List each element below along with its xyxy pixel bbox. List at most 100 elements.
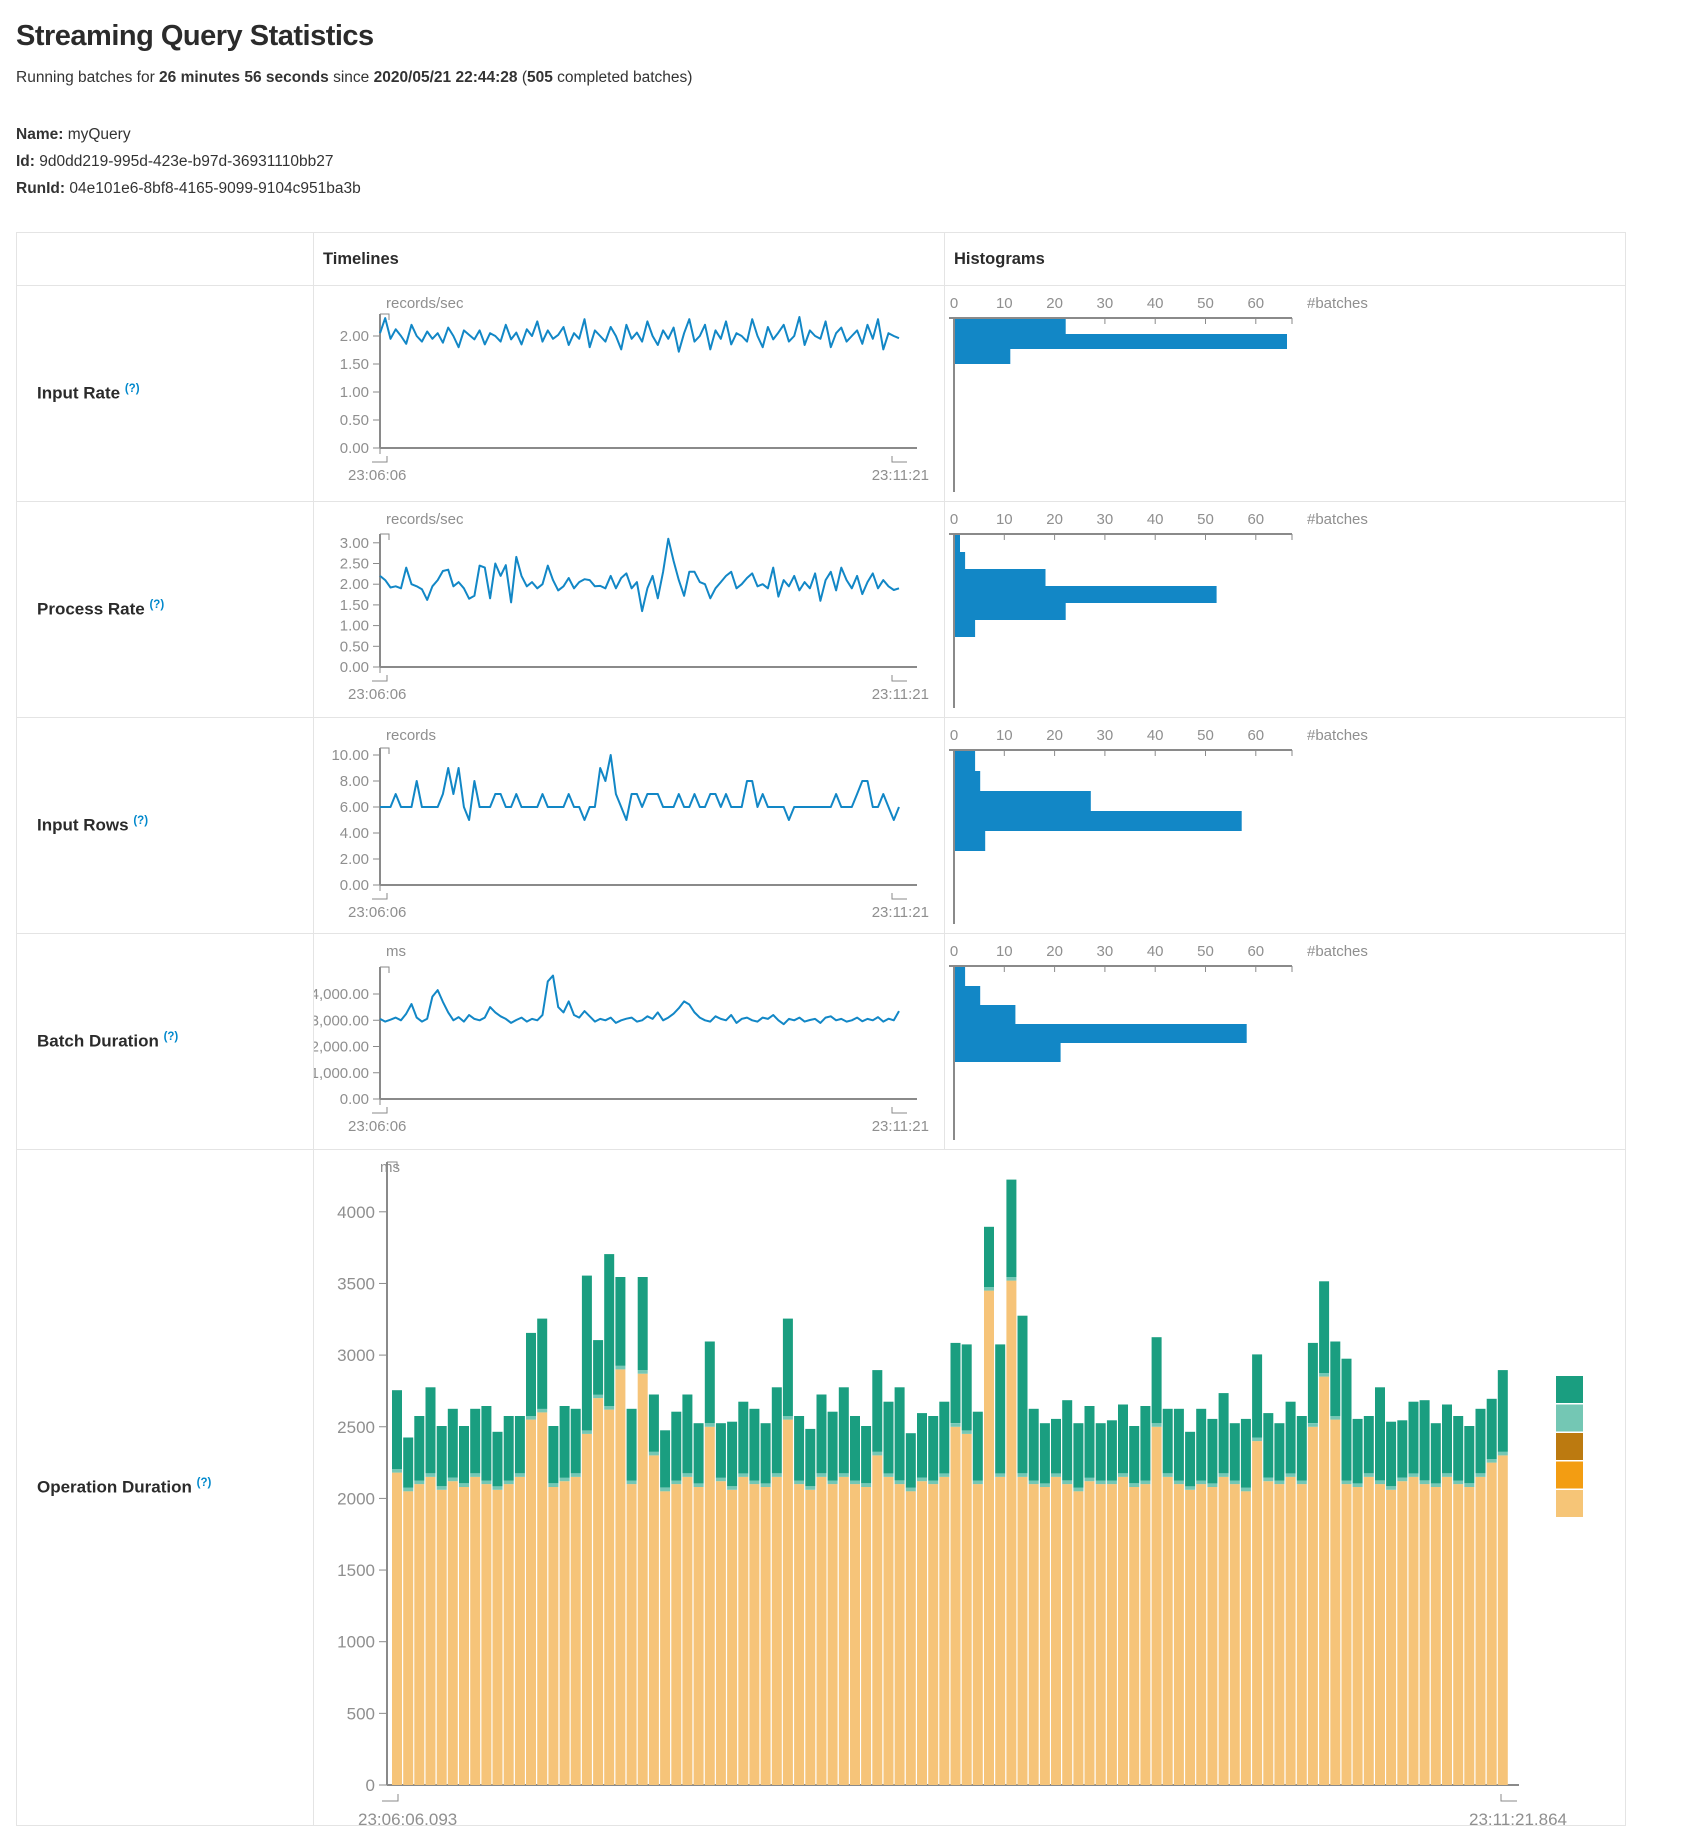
svg-text:10: 10: [996, 295, 1013, 312]
start-time: 2020/05/21 22:44:28: [374, 69, 518, 86]
svg-text:50: 50: [1197, 511, 1214, 528]
svg-text:ms: ms: [386, 943, 406, 960]
row-label-operation-duration: Operation Duration (?): [17, 1150, 314, 1826]
input-rows-histogram-chart: 0102030405060#batches: [945, 718, 1616, 933]
svg-text:2,000.00: 2,000.00: [314, 1039, 369, 1056]
svg-text:23:06:06: 23:06:06: [348, 904, 406, 921]
svg-text:#batches: #batches: [1307, 943, 1368, 960]
process-rate-timeline-cell: records/sec0.000.501.001.502.002.503.002…: [314, 502, 945, 718]
svg-text:60: 60: [1247, 295, 1264, 312]
query-name-line: Name: myQuery: [16, 126, 131, 143]
table-row: Batch Duration (?) ms0.001,000.002,000.0…: [17, 934, 1626, 1150]
row-label-text: Operation Duration: [37, 1478, 192, 1497]
svg-text:3500: 3500: [337, 1274, 375, 1293]
svg-text:10: 10: [996, 727, 1013, 744]
statistics-table: Timelines Histograms Input Rate (?) reco…: [16, 232, 1626, 1826]
since-text: since: [329, 69, 374, 86]
input-rate-histogram-chart: 0102030405060#batches: [945, 286, 1616, 501]
name-value: myQuery: [68, 126, 131, 143]
row-label-text: Input Rate: [37, 384, 120, 403]
row-label-process-rate: Process Rate (?): [17, 502, 314, 718]
svg-text:0.50: 0.50: [340, 638, 369, 655]
svg-text:3,000.00: 3,000.00: [314, 1012, 369, 1029]
svg-text:0: 0: [950, 943, 958, 960]
svg-text:30: 30: [1097, 511, 1114, 528]
col-header-timelines: Timelines: [314, 233, 945, 286]
svg-text:500: 500: [347, 1704, 375, 1723]
svg-text:40: 40: [1147, 943, 1164, 960]
running-summary: Running batches for 26 minutes 56 second…: [16, 69, 1677, 87]
svg-text:4.00: 4.00: [340, 825, 369, 842]
svg-text:40: 40: [1147, 727, 1164, 744]
svg-text:1.50: 1.50: [340, 597, 369, 614]
batch-duration-timeline-cell: ms0.001,000.002,000.003,000.004,000.0023…: [314, 934, 945, 1150]
name-label: Name:: [16, 126, 63, 143]
svg-text:4000: 4000: [337, 1203, 375, 1222]
input-rows-timeline-chart: records0.002.004.006.008.0010.0023:06:06…: [314, 718, 935, 933]
row-label-batch-duration: Batch Duration (?): [17, 934, 314, 1150]
operation-duration-cell: ms0500100015002000250030003500400023:06:…: [314, 1150, 1626, 1826]
svg-text:#batches: #batches: [1307, 295, 1368, 312]
completed-suffix: completed batches): [553, 69, 693, 86]
svg-text:2500: 2500: [337, 1418, 375, 1437]
svg-text:10.00: 10.00: [331, 747, 369, 764]
svg-text:3000: 3000: [337, 1346, 375, 1365]
row-label-input-rows: Input Rows (?): [17, 718, 314, 934]
page-title: Streaming Query Statistics: [16, 20, 1677, 53]
running-duration: 26 minutes 56 seconds: [159, 69, 329, 86]
batch-duration-histogram-chart: 0102030405060#batches: [945, 934, 1616, 1149]
svg-text:4,000.00: 4,000.00: [314, 986, 369, 1003]
svg-text:10: 10: [996, 511, 1013, 528]
svg-text:60: 60: [1247, 943, 1264, 960]
process-rate-help[interactable]: (?): [149, 599, 164, 611]
svg-text:0: 0: [950, 727, 958, 744]
query-runid-line: RunId: 04e101e6-8bf8-4165-9099-9104c951b…: [16, 180, 361, 197]
svg-text:20: 20: [1046, 943, 1063, 960]
runid-value: 04e101e6-8bf8-4165-9099-9104c951ba3b: [69, 180, 360, 197]
table-row: Input Rows (?) records0.002.004.006.008.…: [17, 718, 1626, 934]
paren-open: (: [518, 69, 527, 86]
svg-text:23:06:06: 23:06:06: [348, 686, 406, 703]
svg-text:23:11:21: 23:11:21: [872, 904, 929, 921]
svg-text:records/sec: records/sec: [386, 295, 464, 312]
input-rate-timeline-chart: records/sec0.000.501.001.502.0023:06:062…: [314, 286, 935, 501]
input-rows-help[interactable]: (?): [133, 815, 148, 827]
svg-text:6.00: 6.00: [340, 799, 369, 816]
svg-text:0.00: 0.00: [340, 877, 369, 894]
svg-text:1500: 1500: [337, 1561, 375, 1580]
batch-duration-help[interactable]: (?): [164, 1031, 179, 1043]
row-label-text: Input Rows: [37, 816, 129, 835]
svg-text:0: 0: [950, 295, 958, 312]
table-row: Process Rate (?) records/sec0.000.501.00…: [17, 502, 1626, 718]
input-rows-histogram-cell: 0102030405060#batches: [945, 718, 1626, 934]
row-label-input-rate: Input Rate (?): [17, 286, 314, 502]
svg-text:2.50: 2.50: [340, 556, 369, 573]
svg-text:23:06:06.093: 23:06:06.093: [358, 1810, 457, 1825]
svg-text:23:11:21: 23:11:21: [872, 467, 929, 484]
query-id-line: Id: 9d0dd219-995d-423e-b97d-36931110bb27: [16, 153, 333, 170]
svg-text:#batches: #batches: [1307, 511, 1368, 528]
batch-duration-histogram-cell: 0102030405060#batches: [945, 934, 1626, 1150]
input-rate-help[interactable]: (?): [125, 383, 140, 395]
table-row: Input Rate (?) records/sec0.000.501.001.…: [17, 286, 1626, 502]
svg-text:50: 50: [1197, 943, 1214, 960]
page: Streaming Query Statistics Running batch…: [0, 0, 1693, 1838]
id-value: 9d0dd219-995d-423e-b97d-36931110bb27: [39, 153, 333, 170]
svg-text:2.00: 2.00: [340, 576, 369, 593]
id-label: Id:: [16, 153, 35, 170]
svg-text:3.00: 3.00: [340, 535, 369, 552]
table-header-row: Timelines Histograms: [17, 233, 1626, 286]
svg-text:30: 30: [1097, 295, 1114, 312]
svg-text:23:06:06: 23:06:06: [348, 467, 406, 484]
svg-text:23:11:21: 23:11:21: [872, 686, 929, 703]
operation-duration-help[interactable]: (?): [197, 1477, 212, 1489]
svg-text:60: 60: [1247, 727, 1264, 744]
svg-text:1.00: 1.00: [340, 618, 369, 635]
corner-header-cell: [17, 233, 314, 286]
svg-text:0.00: 0.00: [340, 1091, 369, 1108]
svg-text:20: 20: [1046, 295, 1063, 312]
batch-duration-timeline-chart: ms0.001,000.002,000.003,000.004,000.0023…: [314, 934, 935, 1149]
input-rate-timeline-cell: records/sec0.000.501.001.502.0023:06:062…: [314, 286, 945, 502]
svg-text:23:06:06: 23:06:06: [348, 1118, 406, 1135]
svg-text:1.00: 1.00: [340, 384, 369, 401]
